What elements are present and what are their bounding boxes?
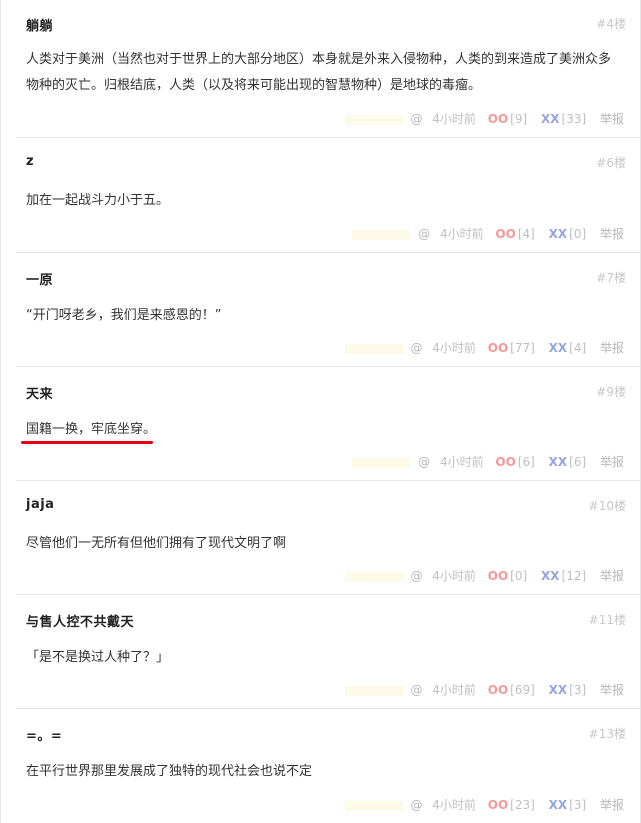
comment-time: 4小时前 — [432, 569, 476, 583]
oo-count: [6] — [517, 455, 535, 469]
comment-meta: @ 4小时前 OO [4] XX [0] 举报 — [352, 225, 624, 242]
xx-vote-button[interactable]: XX — [549, 227, 568, 241]
report-button[interactable]: 举报 — [600, 567, 624, 584]
reply-at-button[interactable]: @ — [410, 112, 422, 126]
comment-time: 4小时前 — [432, 798, 476, 812]
oo-vote-button[interactable]: OO — [488, 341, 508, 355]
report-button[interactable]: 举报 — [600, 225, 624, 242]
comment-time: 4小时前 — [432, 341, 476, 355]
highlight-mark — [344, 685, 403, 696]
comment-item: 天来 #9楼 国籍一换，牢底坐穿。 @ 4小时前 OO [6] XX [6] 举报 — [16, 367, 640, 481]
highlight-mark — [344, 114, 403, 125]
report-button[interactable]: 举报 — [600, 681, 624, 698]
comment-text: 在平行世界那里发展成了独特的现代社会也说不定 — [26, 764, 313, 779]
xx-count: [0] — [569, 227, 587, 241]
floor-number[interactable]: #10楼 — [589, 497, 626, 514]
oo-vote-button[interactable]: OO — [488, 112, 508, 126]
red-underline-annotation — [21, 441, 153, 444]
comment-item: 躺躺 #4楼 人类对于美洲（当然也对于世界上的大部分地区）本身就是外来入侵物种，… — [16, 0, 640, 138]
reply-at-button[interactable]: @ — [410, 341, 422, 355]
xx-vote-button[interactable]: XX — [541, 112, 560, 126]
comment-meta: @ 4小时前 OO [77] XX [4] 举报 — [344, 339, 624, 356]
comment-text: 国籍一换，牢底坐穿。 — [26, 422, 157, 437]
xx-count: [6] — [569, 455, 587, 469]
comment-meta: @ 4小时前 OO [69] XX [3] 举报 — [344, 681, 624, 698]
reply-at-button[interactable]: @ — [418, 227, 430, 241]
comment-item: 与售人控不共戴天 #11楼 「是不是换过人种了？」 @ 4小时前 OO [69] … — [16, 595, 640, 709]
comment-author[interactable]: 一原 — [26, 269, 53, 288]
comment-text: 「是不是换过人种了？」 — [26, 650, 170, 665]
report-button[interactable]: 举报 — [600, 453, 624, 470]
comment-author[interactable]: 躺躺 — [26, 15, 53, 34]
reply-at-button[interactable]: @ — [410, 683, 422, 697]
highlight-mark — [344, 800, 403, 811]
floor-number[interactable]: #9楼 — [596, 383, 626, 400]
xx-count: [3] — [569, 683, 587, 697]
highlight-mark — [352, 457, 411, 468]
xx-vote-button[interactable]: XX — [541, 569, 560, 583]
oo-count: [69] — [510, 683, 535, 697]
comment-time: 4小时前 — [432, 683, 476, 697]
oo-count: [4] — [517, 227, 535, 241]
report-button[interactable]: 举报 — [600, 110, 624, 127]
comment-item: jaja #10楼 尽管他们一无所有但他们拥有了现代文明了啊 @ 4小时前 OO… — [16, 481, 640, 595]
xx-vote-button[interactable]: XX — [549, 455, 568, 469]
comment-text: 加在一起战斗力小于五。 — [26, 193, 170, 208]
highlight-mark — [344, 571, 403, 582]
reply-at-button[interactable]: @ — [418, 455, 430, 469]
comment-time: 4小时前 — [439, 455, 484, 469]
comment-item: z #6楼 加在一起战斗力小于五。 @ 4小时前 OO [4] XX [0] 举报 — [16, 138, 640, 253]
comment-author[interactable]: z — [26, 154, 34, 169]
oo-count: [77] — [510, 341, 535, 355]
comment-meta: @ 4小时前 OO [23] XX [3] 举报 — [344, 796, 624, 813]
comment-time: 4小时前 — [432, 112, 476, 126]
xx-vote-button[interactable]: XX — [549, 798, 568, 812]
comment-author[interactable]: 与售人控不共戴天 — [26, 611, 134, 630]
comment-text: “开门呀老乡，我们是来感恩的！” — [26, 308, 222, 323]
oo-vote-button[interactable]: OO — [495, 455, 515, 469]
comment-author[interactable]: =。= — [26, 725, 62, 744]
comment-item: 一原 #7楼 “开门呀老乡，我们是来感恩的！” @ 4小时前 OO [77] XX… — [16, 253, 640, 367]
xx-vote-button[interactable]: XX — [549, 341, 568, 355]
xx-count: [12] — [561, 569, 587, 583]
oo-count: [23] — [510, 798, 535, 812]
xx-count: [4] — [569, 341, 587, 355]
floor-number[interactable]: #6楼 — [596, 154, 626, 171]
highlight-mark — [352, 229, 411, 240]
oo-count: [0] — [510, 569, 528, 583]
comment-meta: @ 4小时前 OO [6] XX [6] 举报 — [352, 453, 624, 470]
floor-number[interactable]: #13楼 — [589, 725, 626, 742]
report-button[interactable]: 举报 — [600, 796, 624, 813]
comment-time: 4小时前 — [439, 227, 484, 241]
comment-item: =。= #13楼 在平行世界那里发展成了独特的现代社会也说不定 @ 4小时前 O… — [16, 709, 640, 823]
reply-at-button[interactable]: @ — [410, 569, 422, 583]
comment-author[interactable]: jaja — [26, 497, 54, 512]
reply-at-button[interactable]: @ — [410, 798, 422, 812]
xx-count: [33] — [561, 112, 587, 126]
oo-vote-button[interactable]: OO — [488, 683, 508, 697]
floor-number[interactable]: #11楼 — [589, 611, 626, 628]
xx-count: [3] — [569, 798, 587, 812]
oo-vote-button[interactable]: OO — [488, 798, 508, 812]
comment-meta: @ 4小时前 OO [0] XX [12] 举报 — [344, 567, 624, 584]
comment-thread: 躺躺 #4楼 人类对于美洲（当然也对于世界上的大部分地区）本身就是外来入侵物种，… — [0, 0, 641, 823]
report-button[interactable]: 举报 — [600, 339, 624, 356]
comment-author[interactable]: 天来 — [26, 383, 53, 402]
comment-text: 人类对于美洲（当然也对于世界上的大部分地区）本身就是外来入侵物种，人类的到来造成… — [26, 52, 612, 93]
oo-count: [9] — [510, 112, 528, 126]
floor-number[interactable]: #4楼 — [596, 15, 626, 32]
highlight-mark — [344, 343, 403, 354]
comment-text: 尽管他们一无所有但他们拥有了现代文明了啊 — [26, 536, 287, 551]
oo-vote-button[interactable]: OO — [495, 227, 515, 241]
floor-number[interactable]: #7楼 — [596, 269, 626, 286]
comment-meta: @ 4小时前 OO [9] XX [33] 举报 — [344, 110, 624, 127]
xx-vote-button[interactable]: XX — [549, 683, 568, 697]
oo-vote-button[interactable]: OO — [488, 569, 508, 583]
